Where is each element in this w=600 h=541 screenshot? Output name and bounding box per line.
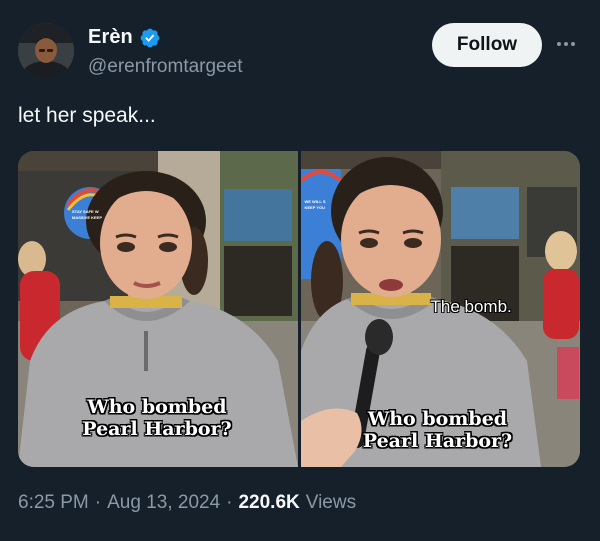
views-count: 220.6K bbox=[238, 492, 300, 513]
author-display-name[interactable]: Erèn bbox=[88, 26, 133, 49]
tweet-metadata: 6:25 PM · Aug 13, 2024 · 220.6K Views bbox=[18, 492, 356, 514]
follow-button[interactable]: Follow bbox=[432, 23, 542, 67]
meta-separator: · bbox=[94, 492, 102, 513]
video-subtitle: The bomb. bbox=[430, 297, 512, 316]
video-caption-1: Who bombed Pearl Harbor? bbox=[82, 396, 232, 440]
tweet-time[interactable]: 6:25 PM bbox=[18, 492, 89, 514]
more-dot bbox=[564, 42, 568, 46]
tweet-media[interactable]: STAY SAFE W MASSIVE KEEP Who bombed Pear… bbox=[18, 151, 580, 467]
views-label: Views bbox=[305, 492, 357, 513]
more-dot bbox=[571, 42, 575, 46]
meta-separator: · bbox=[226, 492, 233, 513]
sign-text-line-2: MASSIVE KEEP bbox=[72, 215, 103, 220]
media-frame-1[interactable]: STAY SAFE W MASSIVE KEEP Who bombed Pear… bbox=[18, 151, 298, 467]
caption-line-1: Who bombed bbox=[87, 396, 227, 418]
more-horizontal-icon[interactable] bbox=[552, 34, 580, 54]
verified-badge-icon bbox=[140, 28, 160, 47]
caption-line-2: Pearl Harbor? bbox=[82, 418, 232, 440]
sign-text-line-1: WE WILL S bbox=[304, 199, 326, 204]
author-handle[interactable]: @erenfromtargeet bbox=[88, 56, 242, 78]
video-caption-2: Who bombed Pearl Harbor? bbox=[363, 408, 513, 452]
profile-photo-icon bbox=[18, 23, 74, 79]
media-frame-2[interactable]: WE WILL S KEEP YOU The bomb. Who bombed … bbox=[300, 151, 580, 467]
tweet-date[interactable]: Aug 13, 2024 bbox=[107, 492, 220, 514]
more-dot bbox=[557, 42, 561, 46]
caption-line-1: Who bombed bbox=[367, 408, 508, 430]
sign-text-line-2: KEEP YOU bbox=[304, 205, 326, 210]
author-avatar[interactable] bbox=[18, 23, 74, 79]
caption-line-2: Pearl Harbor? bbox=[362, 430, 513, 452]
tweet-text: let her speak... bbox=[18, 104, 156, 127]
sign-text-line-1: STAY SAFE W bbox=[72, 209, 99, 214]
author-name-row[interactable]: Erèn bbox=[88, 26, 161, 49]
tweet-card: Erèn @erenfromtargeet Follow let her spe… bbox=[0, 0, 600, 541]
